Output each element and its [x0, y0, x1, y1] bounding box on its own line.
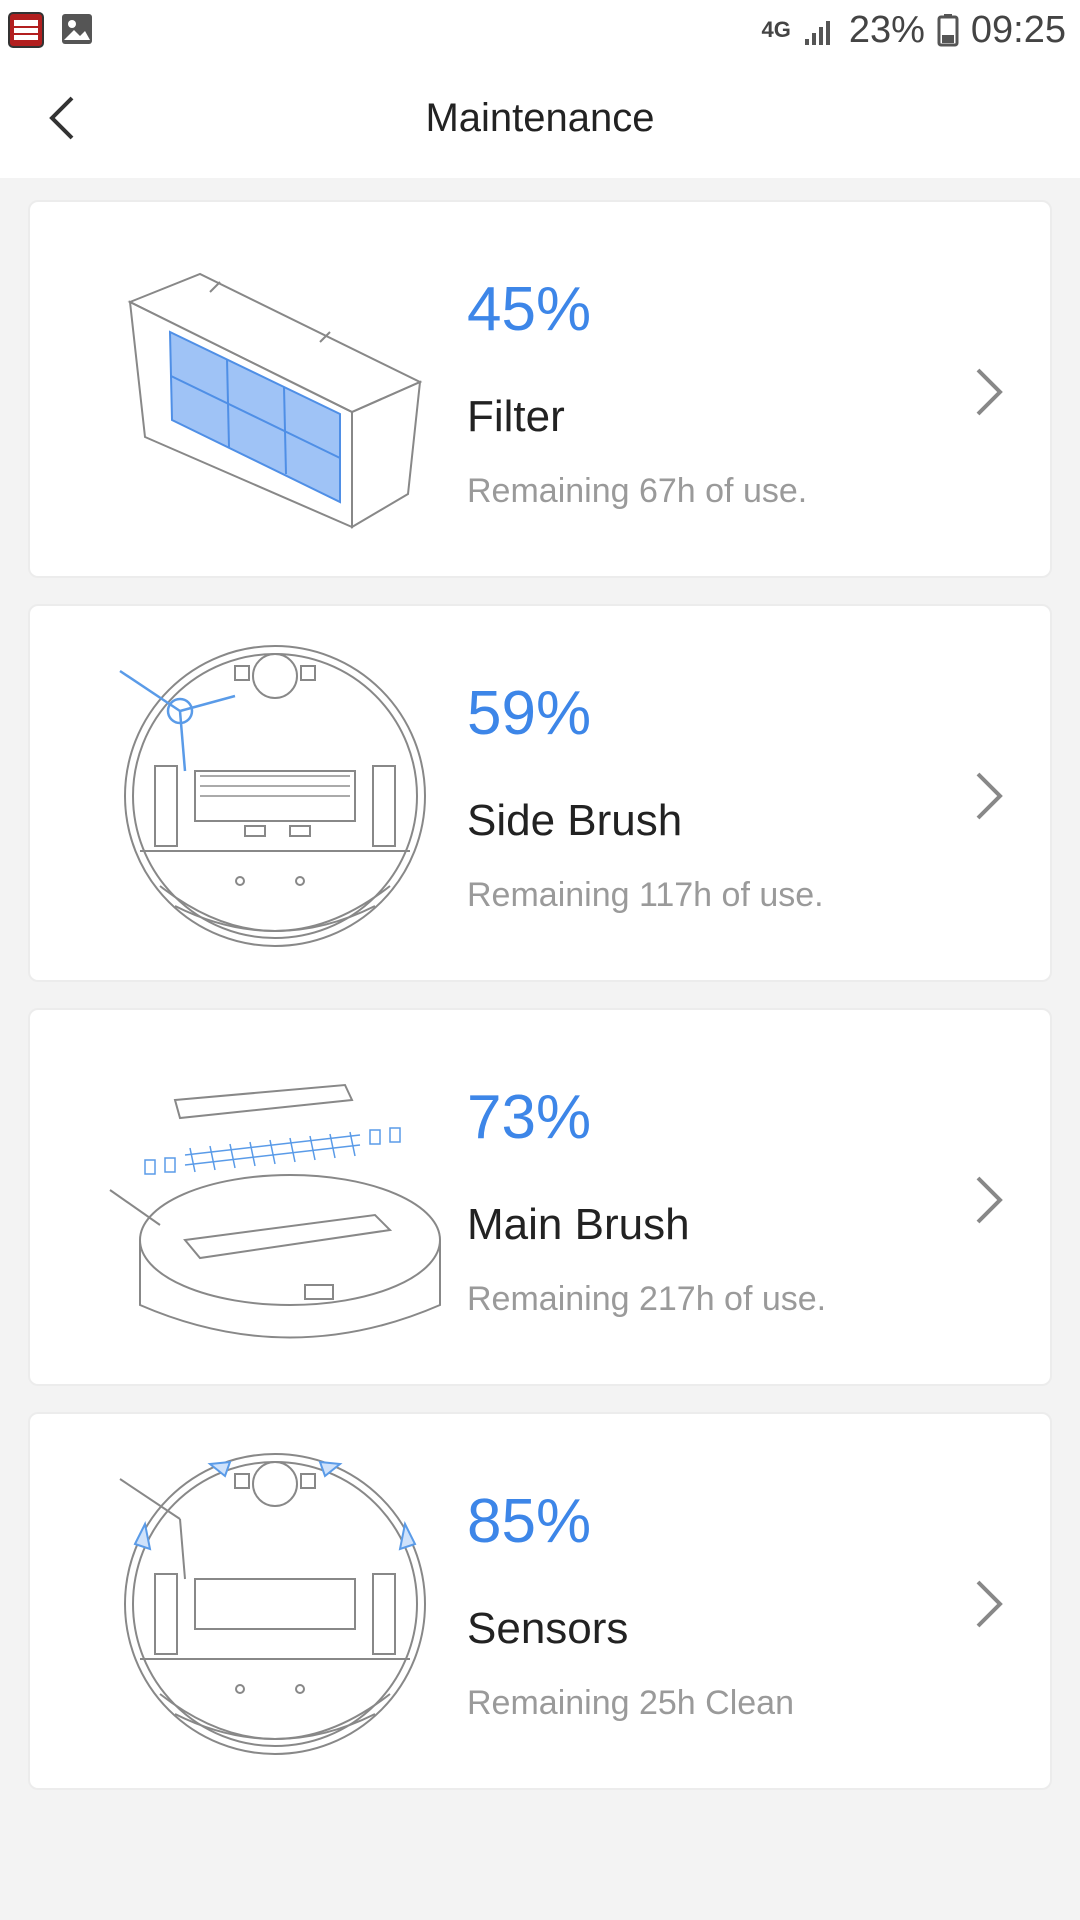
sensors-remaining: Remaining 25h Clean — [467, 1684, 794, 1722]
battery-percent: 23% — [848, 8, 925, 51]
main-brush-name: Main Brush — [467, 1200, 690, 1249]
chevron-right-icon — [976, 1176, 1003, 1224]
sensors-illustration — [119, 1453, 426, 1755]
maintenance-card-main-brush[interactable]: 73% Main Brush Remaining 217h of use. — [28, 1008, 1052, 1386]
filter-percent: 45% — [467, 275, 592, 344]
side-brush-percent: 59% — [467, 679, 592, 748]
filter-illustration — [127, 272, 423, 529]
main-brush-illustration — [109, 1083, 441, 1339]
sensors-percent: 85% — [467, 1487, 592, 1556]
sensors-name: Sensors — [467, 1604, 629, 1653]
chevron-right-icon — [976, 1580, 1003, 1628]
chevron-right-icon — [976, 368, 1003, 416]
filter-remaining: Remaining 67h of use. — [467, 472, 808, 510]
clock: 09:25 — [970, 8, 1066, 51]
status-indicators: 4G 23% 09:25 — [761, 8, 1066, 52]
side-brush-name: Side Brush — [467, 796, 683, 845]
app-bar: Maintenance — [0, 60, 1080, 178]
page-title: Maintenance — [425, 96, 655, 140]
chevron-right-icon — [976, 772, 1003, 820]
maintenance-list: 45% Filter Remaining 67h of use. 59% Sid… — [28, 200, 1052, 1816]
notification-icons — [8, 12, 94, 48]
image-notification-icon — [62, 14, 92, 44]
maintenance-card-sensors[interactable]: 85% Sensors Remaining 25h Clean — [28, 1412, 1052, 1790]
side-brush-illustration — [119, 645, 426, 947]
filter-name: Filter — [467, 392, 565, 441]
signal-icon — [804, 21, 830, 45]
maintenance-card-filter[interactable]: 45% Filter Remaining 67h of use. — [28, 200, 1052, 578]
maintenance-card-side-brush[interactable]: 59% Side Brush Remaining 117h of use. — [28, 604, 1052, 982]
battery-icon — [937, 14, 959, 47]
main-brush-remaining: Remaining 217h of use. — [467, 1280, 827, 1318]
status-bar: 4G 23% 09:25 — [0, 0, 1080, 60]
network-type-label: 4G — [761, 17, 791, 42]
app-notification-icon — [8, 12, 44, 48]
main-brush-percent: 73% — [467, 1083, 592, 1152]
side-brush-remaining: Remaining 117h of use. — [467, 876, 824, 914]
